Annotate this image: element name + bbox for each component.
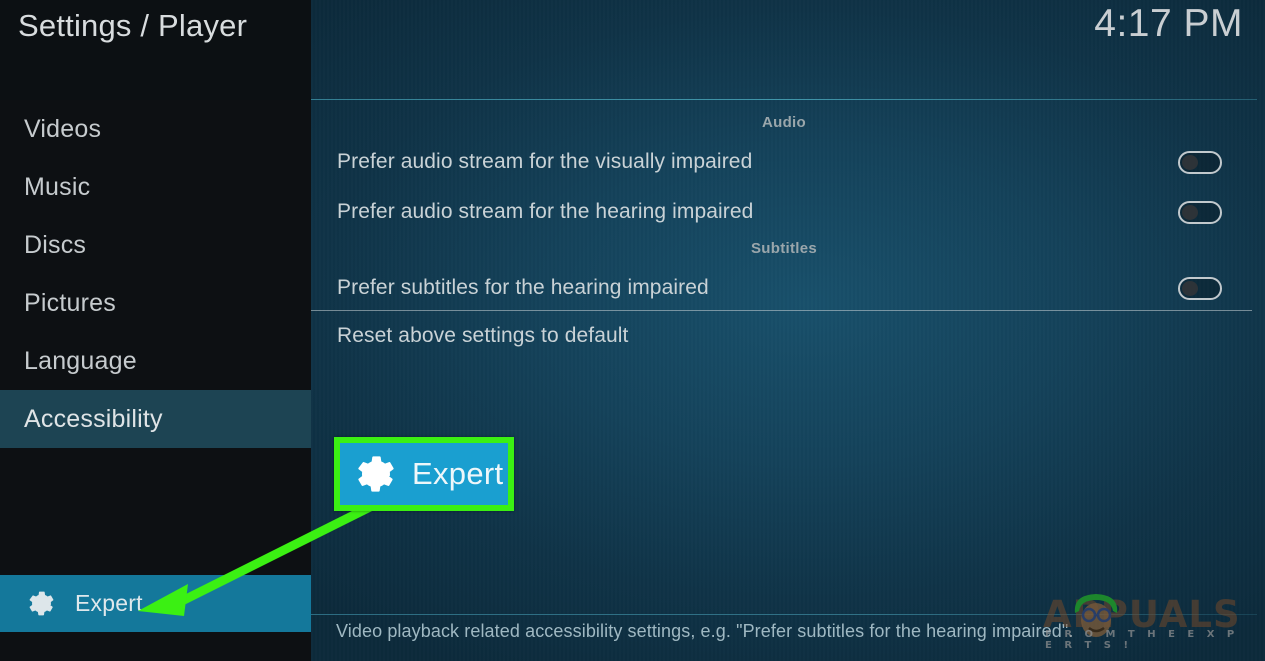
clock: 4:17 PM xyxy=(1094,2,1243,45)
settings-list: Audio Prefer audio stream for the visual… xyxy=(311,100,1265,600)
callout-label: Expert xyxy=(412,456,504,491)
bottom-divider xyxy=(311,614,1257,615)
settings-description: Video playback related accessibility set… xyxy=(336,621,1074,641)
annotation-callout-expert-button: Expert xyxy=(334,437,514,511)
sidebar-item-label: Language xyxy=(24,346,137,375)
toggle-knob xyxy=(1182,280,1198,296)
sidebar-item-label: Accessibility xyxy=(24,404,163,433)
toggle-prefer-subtitles-hearing-impaired[interactable] xyxy=(1178,276,1222,300)
sidebar-item-accessibility[interactable]: Accessibility xyxy=(0,390,311,448)
kodi-settings-screen: Settings / Player 4:17 PM Videos Music D… xyxy=(0,0,1265,661)
setting-row-prefer-audio-hearing-impaired[interactable]: Prefer audio stream for the hearing impa… xyxy=(311,190,1257,234)
toggle-prefer-audio-visually-impaired[interactable] xyxy=(1178,150,1222,174)
section-header-subtitles: Subtitles xyxy=(750,240,818,257)
section-header-audio: Audio xyxy=(762,114,806,131)
sidebar-item-label: Pictures xyxy=(24,288,116,317)
row-separator xyxy=(311,310,1252,311)
setting-row-reset-to-default[interactable]: Reset above settings to default xyxy=(311,314,1257,358)
sidebar-item-label: Videos xyxy=(24,114,102,143)
setting-row-prefer-audio-visually-impaired[interactable]: Prefer audio stream for the visually imp… xyxy=(311,140,1257,184)
sidebar-item-label: Discs xyxy=(24,230,87,259)
page-title: Settings / Player xyxy=(18,8,248,43)
setting-label: Prefer subtitles for the hearing impaire… xyxy=(337,276,709,299)
sidebar-item-videos[interactable]: Videos xyxy=(0,100,311,158)
sidebar-item-music[interactable]: Music xyxy=(0,158,311,216)
sidebar-item-discs[interactable]: Discs xyxy=(0,216,311,274)
sidebar-item-label: Music xyxy=(24,172,91,201)
toggle-prefer-audio-hearing-impaired[interactable] xyxy=(1178,200,1222,224)
setting-label: Prefer audio stream for the visually imp… xyxy=(337,150,753,173)
toggle-knob xyxy=(1182,154,1198,170)
setting-row-prefer-subtitles-hearing-impaired[interactable]: Prefer subtitles for the hearing impaire… xyxy=(311,266,1257,310)
setting-label: Prefer audio stream for the hearing impa… xyxy=(337,200,754,223)
gear-icon xyxy=(28,590,55,617)
sidebar-menu: Videos Music Discs Pictures Language Acc… xyxy=(0,100,311,448)
toggle-knob xyxy=(1182,204,1198,220)
sidebar-item-language[interactable]: Language xyxy=(0,332,311,390)
setting-label: Reset above settings to default xyxy=(337,324,629,347)
sidebar-item-pictures[interactable]: Pictures xyxy=(0,274,311,332)
header-bar: Settings / Player 4:17 PM xyxy=(0,0,1265,100)
gear-icon xyxy=(356,454,396,494)
